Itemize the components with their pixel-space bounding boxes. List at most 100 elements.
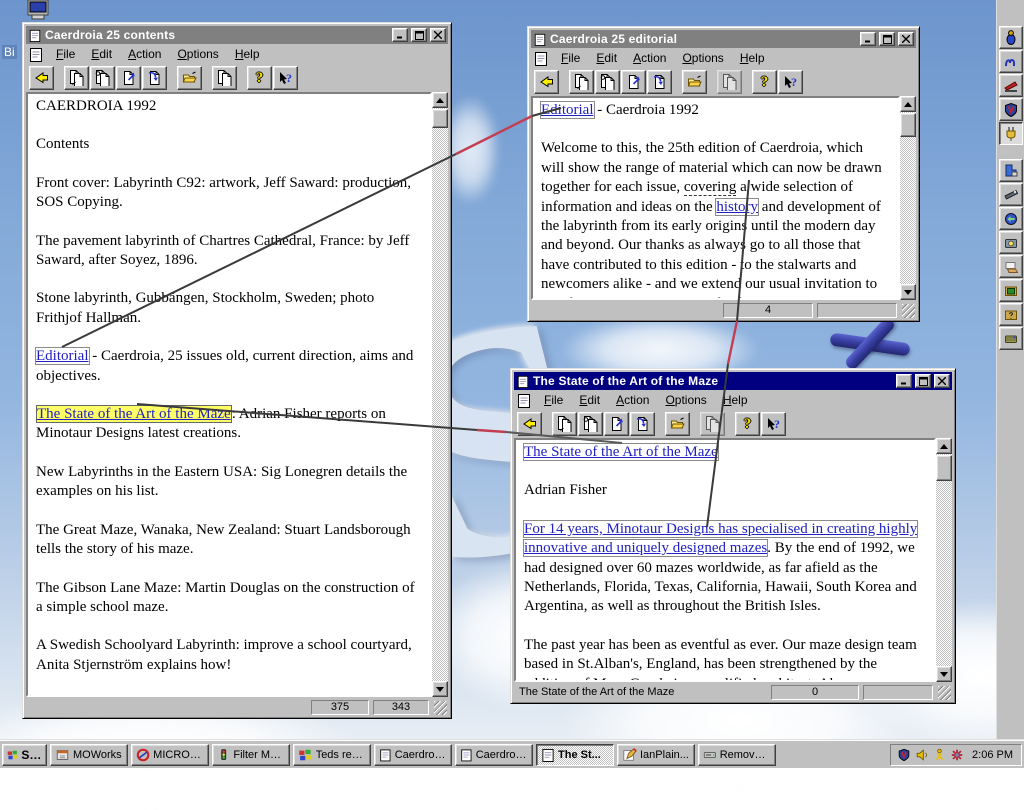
scroll-down-button[interactable] (900, 284, 916, 300)
start-link-button[interactable] (604, 412, 629, 436)
disabled-network-icon[interactable] (950, 748, 964, 762)
end-link-button[interactable] (630, 412, 655, 436)
copy-button[interactable] (717, 70, 742, 94)
launcher-button-plug[interactable] (998, 122, 1023, 145)
launcher-button-book-dn[interactable] (998, 279, 1023, 302)
taskbar-item-filter-manager[interactable]: Filter Man... (212, 743, 290, 766)
menu-action[interactable]: Action (625, 49, 674, 68)
document-text[interactable]: CAERDROIA 1992 Contents Front cover: Lab… (26, 92, 432, 697)
menu-action[interactable]: Action (120, 45, 169, 64)
replace-document-button[interactable] (578, 412, 603, 436)
link-covering[interactable]: covering (683, 179, 737, 197)
scroll-down-button[interactable] (936, 666, 952, 682)
link-history[interactable]: history (715, 197, 760, 216)
menu-help[interactable]: Help (227, 45, 268, 64)
scrollbar-thumb[interactable] (900, 113, 916, 137)
vertical-scrollbar[interactable] (900, 96, 916, 300)
context-help-button[interactable]: ? (778, 70, 803, 94)
titlebar[interactable]: Caerdroia 25 contents (26, 26, 448, 44)
vertical-scrollbar[interactable] (936, 438, 952, 682)
launcher-button-disk-swap[interactable] (998, 207, 1023, 230)
maximize-button[interactable] (915, 374, 931, 388)
menu-help[interactable]: Help (732, 49, 773, 68)
walking-person-icon[interactable] (933, 748, 946, 762)
link-editorial[interactable]: Editorial (35, 347, 90, 366)
copy-document-button[interactable] (552, 412, 577, 436)
volume-icon[interactable] (915, 748, 929, 762)
launcher-button-boot-disk[interactable] (998, 159, 1023, 182)
open-folder-button[interactable] (682, 70, 707, 94)
taskbar-item-teds[interactable]: Teds ren... (293, 743, 371, 766)
open-folder-button[interactable] (177, 66, 202, 90)
menu-options[interactable]: Options (657, 391, 714, 410)
scroll-up-button[interactable] (900, 96, 916, 112)
end-link-button[interactable] (647, 70, 672, 94)
menu-action[interactable]: Action (608, 391, 657, 410)
end-link-button[interactable] (142, 66, 167, 90)
replace-document-button[interactable] (90, 66, 115, 90)
menu-edit[interactable]: Edit (83, 45, 120, 64)
close-button[interactable] (898, 32, 914, 46)
launcher-button-hand-card[interactable] (998, 255, 1023, 278)
document-text[interactable]: Editorial - Caerdroia 1992 Welcome to th… (531, 96, 900, 300)
close-button[interactable] (934, 374, 950, 388)
maximize-button[interactable] (411, 28, 427, 42)
menu-file[interactable]: File (48, 45, 83, 64)
titlebar[interactable]: The State of the Art of the Maze (514, 372, 952, 390)
launcher-button-scanner[interactable] (998, 183, 1023, 206)
antivirus-shield-icon[interactable] (897, 748, 911, 762)
launcher-button-book-question[interactable] (998, 303, 1023, 326)
menu-file[interactable]: File (536, 391, 571, 410)
back-button[interactable] (517, 412, 542, 436)
launcher-button-stapler[interactable] (998, 74, 1023, 97)
help-button[interactable]: ? (735, 412, 760, 436)
taskbar-item-ianplain[interactable]: IanPlain... (617, 743, 695, 766)
launcher-button-bug[interactable] (998, 26, 1023, 49)
replace-document-button[interactable] (595, 70, 620, 94)
help-button[interactable]: ? (247, 66, 272, 90)
desktop-icon-label[interactable]: Bi (2, 45, 17, 59)
copy-document-button[interactable] (569, 70, 594, 94)
menu-options[interactable]: Options (674, 49, 731, 68)
start-link-button[interactable] (621, 70, 646, 94)
taskbar-item-removable[interactable]: Removab... (698, 743, 776, 766)
context-help-button[interactable]: ? (273, 66, 298, 90)
launcher-button-shield[interactable] (998, 98, 1023, 121)
back-button[interactable] (534, 70, 559, 94)
menu-options[interactable]: Options (169, 45, 226, 64)
resize-grip[interactable] (938, 686, 951, 700)
help-button[interactable]: ? (752, 70, 777, 94)
taskbar-item-caerdroia-1[interactable]: Caerdroia... (374, 743, 452, 766)
open-folder-button[interactable] (665, 412, 690, 436)
link-state-of-the-art[interactable]: The State of the Art of the Maze (36, 405, 232, 424)
document-text[interactable]: The State of the Art of the Maze Adrian … (514, 438, 936, 682)
back-button[interactable] (29, 66, 54, 90)
link-editorial[interactable]: Editorial (540, 101, 595, 119)
taskbar-clock[interactable]: 2:06 PM (972, 749, 1013, 761)
menu-edit[interactable]: Edit (571, 391, 608, 410)
launcher-button-wallet[interactable] (998, 327, 1023, 350)
menu-help[interactable]: Help (715, 391, 756, 410)
start-link-button[interactable] (116, 66, 141, 90)
resize-grip[interactable] (902, 304, 915, 318)
launcher-button-microcosm[interactable] (998, 50, 1023, 73)
menu-file[interactable]: File (553, 49, 588, 68)
copy-button[interactable] (700, 412, 725, 436)
taskbar-item-moworks[interactable]: MOWorks (50, 743, 128, 766)
taskbar-item-microcosm[interactable]: MICROC... (131, 743, 209, 766)
copy-button[interactable] (212, 66, 237, 90)
copy-document-button[interactable] (64, 66, 89, 90)
scrollbar-thumb[interactable] (936, 455, 952, 481)
scroll-down-button[interactable] (432, 681, 448, 697)
resize-grip[interactable] (434, 701, 447, 715)
taskbar-item-state-of-the-art[interactable]: The St... (536, 743, 614, 766)
minimize-button[interactable] (896, 374, 912, 388)
scroll-up-button[interactable] (432, 92, 448, 108)
scroll-up-button[interactable] (936, 438, 952, 454)
launcher-button-camera[interactable] (998, 231, 1023, 254)
titlebar[interactable]: Caerdroia 25 editorial (531, 30, 916, 48)
context-help-button[interactable]: ? (761, 412, 786, 436)
close-button[interactable] (430, 28, 446, 42)
minimize-button[interactable] (392, 28, 408, 42)
menu-edit[interactable]: Edit (588, 49, 625, 68)
